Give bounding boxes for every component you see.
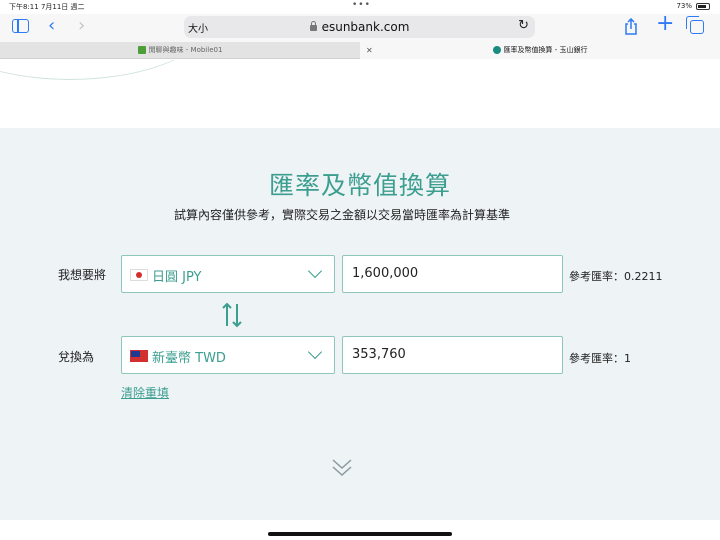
page-bottom-band — [0, 520, 720, 540]
to-currency-value: 新臺幣 TWD — [152, 351, 226, 366]
home-indicator[interactable] — [268, 532, 452, 536]
to-currency-select[interactable]: 新臺幣 TWD — [121, 336, 335, 374]
taiwan-flag-icon — [130, 350, 148, 362]
japan-flag-icon — [130, 269, 148, 281]
page-top-band — [0, 60, 720, 128]
browser-toolbar: ‹ › 大小 esunbank.com ↻ + — [0, 13, 720, 42]
share-icon[interactable] — [624, 17, 638, 38]
page-title: 匯率及幣值換算 — [268, 171, 451, 200]
new-tab-icon[interactable]: + — [656, 13, 674, 35]
swap-icon[interactable] — [221, 302, 243, 328]
scroll-down-icon[interactable] — [331, 458, 353, 478]
status-time-date: 下午8:11 7月11日 週二 — [9, 3, 85, 11]
chevron-down-icon — [307, 263, 323, 279]
tab-esunbank[interactable]: ✕ 匯率及幣值換算 - 玉山銀行 — [360, 42, 720, 59]
page-subtitle: 試算內容僅供參考，實際交易之金額以交易當時匯率為計算基準 — [173, 208, 510, 222]
url-display[interactable]: esunbank.com — [184, 20, 535, 34]
reload-icon[interactable]: ↻ — [518, 18, 529, 33]
forward-icon[interactable]: › — [78, 17, 85, 35]
to-amount-input[interactable]: 353,760 — [342, 336, 563, 374]
url-text: esunbank.com — [321, 20, 410, 34]
multitasking-dots[interactable]: ••• — [352, 0, 371, 10]
decorative-curve — [0, 60, 220, 80]
battery-icon — [696, 2, 710, 10]
tab-label: 匯率及幣值換算 - 玉山銀行 — [503, 46, 588, 54]
tabs-overview-icon[interactable] — [686, 16, 704, 34]
lock-icon — [309, 21, 317, 31]
chevron-down-icon — [307, 344, 323, 360]
clear-reset-link[interactable]: 清除重填 — [121, 384, 169, 401]
close-tab-icon[interactable]: ✕ — [366, 42, 373, 59]
status-bar: 下午8:11 7月11日 週二 ••• 73% — [0, 0, 720, 14]
tab-mobile01[interactable]: 閒聊與趣味 - Mobile01 — [0, 42, 360, 59]
battery-percent: 73% — [676, 2, 692, 10]
mobile01-favicon-icon — [137, 46, 146, 54]
to-rate-text: 參考匯率：1 — [569, 352, 631, 365]
tab-strip: 閒聊與趣味 - Mobile01 ✕ 匯率及幣值換算 - 玉山銀行 — [0, 42, 720, 59]
from-amount-input[interactable]: 1,600,000 — [342, 255, 563, 293]
from-currency-select[interactable]: 日圓 JPY — [121, 255, 335, 293]
from-label: 我想要將 — [58, 268, 107, 282]
esunbank-favicon-icon — [492, 46, 501, 54]
from-currency-value: 日圓 JPY — [152, 270, 202, 285]
sidebar-icon[interactable] — [12, 19, 29, 33]
address-bar[interactable]: 大小 esunbank.com ↻ — [184, 16, 535, 38]
from-rate-text: 參考匯率：0.2211 — [569, 270, 663, 283]
status-right: 73% — [676, 2, 710, 10]
converter-section: 匯率及幣值換算 試算內容僅供參考，實際交易之金額以交易當時匯率為計算基準 我想要… — [0, 128, 720, 520]
tab-label: 閒聊與趣味 - Mobile01 — [148, 46, 223, 54]
back-icon[interactable]: ‹ — [48, 17, 55, 35]
to-label: 兌換為 — [58, 350, 95, 364]
